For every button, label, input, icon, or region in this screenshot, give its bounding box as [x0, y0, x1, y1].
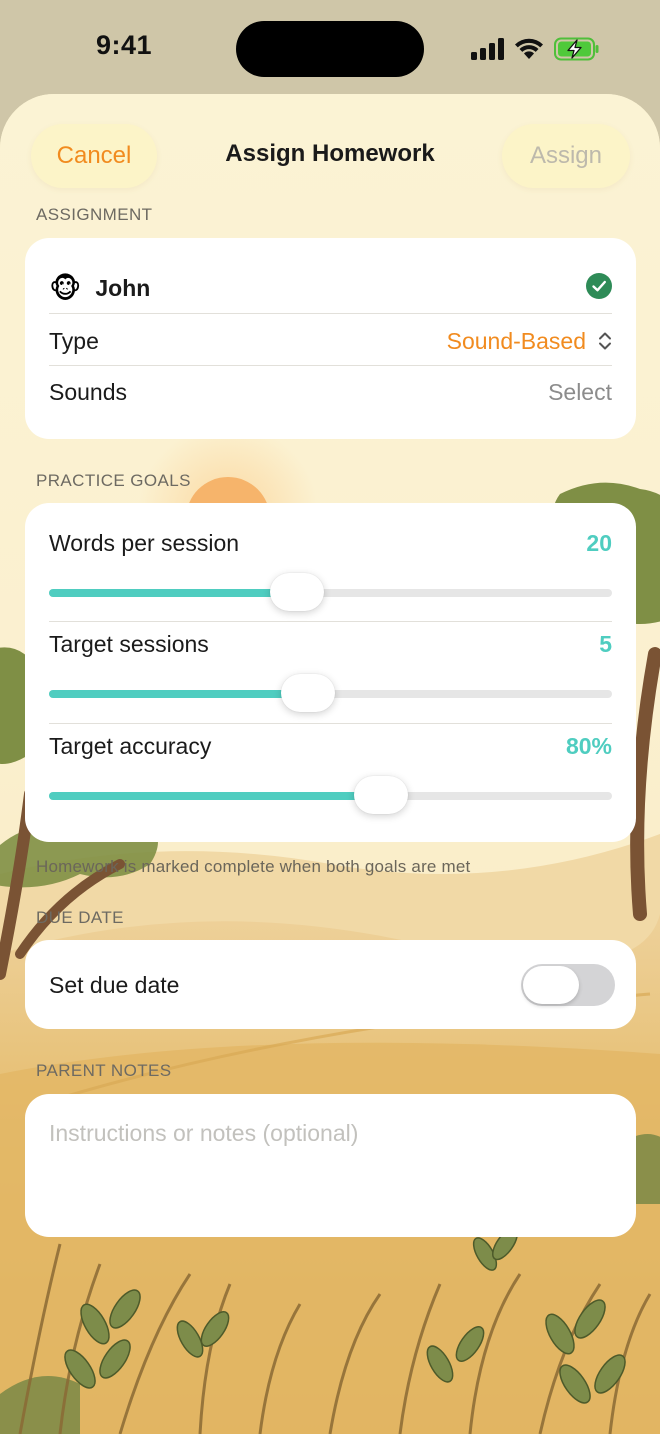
target-sessions-label: Target sessions — [49, 630, 209, 657]
divider — [49, 723, 612, 724]
words-per-session-value: 20 — [586, 529, 612, 556]
target-accuracy-value: 80% — [565, 732, 612, 759]
child-name: John — [95, 274, 151, 301]
assignment-section-header: Assignment — [36, 205, 153, 224]
type-label: Type — [49, 327, 99, 354]
target-accuracy-slider[interactable] — [49, 776, 612, 814]
assign-homework-sheet: Cancel Assign Homework Assign Assignment… — [0, 94, 660, 1434]
divider — [49, 621, 612, 622]
due-date-section-header: Due Date — [36, 908, 124, 927]
type-row[interactable]: Type Sound-Based — [49, 318, 612, 364]
type-picker-value[interactable]: Sound-Based — [447, 328, 586, 355]
divider — [49, 313, 612, 314]
practice-goals-card: Words per session 20 Target sessions 5 T… — [25, 503, 636, 842]
dynamic-island — [236, 21, 424, 77]
due-date-toggle[interactable] — [521, 964, 615, 1006]
parent-notes-input[interactable]: Instructions or notes (optional) — [49, 1120, 358, 1147]
signal-icon — [471, 38, 504, 60]
status-bar: 9:41 — [0, 0, 660, 96]
wifi-icon — [515, 38, 543, 59]
target-sessions-row: Target sessions 5 — [49, 626, 612, 662]
target-sessions-slider[interactable] — [49, 674, 612, 712]
words-per-session-slider[interactable] — [49, 573, 612, 611]
sounds-row[interactable]: Sounds Select — [49, 369, 612, 415]
slider-fill — [49, 589, 297, 597]
sounds-select-value[interactable]: Select — [548, 379, 612, 406]
parent-notes-card[interactable]: Instructions or notes (optional) — [25, 1094, 636, 1237]
slider-fill — [49, 792, 382, 800]
practice-goals-footer-note: Homework is marked complete when both go… — [36, 857, 471, 876]
divider — [49, 365, 612, 366]
due-date-card: Set due date — [25, 940, 636, 1029]
slider-thumb[interactable] — [354, 776, 409, 814]
chevron-up-down-icon — [598, 331, 612, 351]
target-accuracy-row: Target accuracy 80% — [49, 728, 612, 764]
words-per-session-row: Words per session 20 — [49, 525, 612, 561]
checkmark-circle-icon — [586, 272, 612, 304]
battery-charging-icon — [554, 37, 599, 61]
status-icons — [470, 34, 600, 64]
target-accuracy-label: Target accuracy — [49, 732, 212, 759]
screen: 9:41 Cancel Assign Homework Assign ASSIG… — [0, 0, 660, 1434]
parent-notes-section-header: Parent Notes — [36, 1061, 172, 1080]
toggle-knob — [523, 966, 579, 1004]
target-sessions-value: 5 — [599, 630, 612, 657]
slider-thumb[interactable] — [269, 573, 324, 611]
slider-fill — [49, 690, 308, 698]
sounds-label: Sounds — [49, 378, 128, 405]
assignment-card: 🐵 John Type Sound-Based Sounds Select — [25, 238, 636, 439]
slider-thumb[interactable] — [280, 674, 335, 712]
child-avatar-emoji: 🐵 — [49, 272, 82, 304]
set-due-date-label: Set due date — [49, 971, 180, 998]
child-row[interactable]: 🐵 John — [49, 268, 612, 308]
assign-button[interactable]: Assign — [502, 124, 630, 188]
status-time: 9:41 — [96, 30, 153, 60]
practice-goals-section-header: Practice Goals — [36, 471, 191, 490]
words-per-session-label: Words per session — [49, 529, 240, 556]
